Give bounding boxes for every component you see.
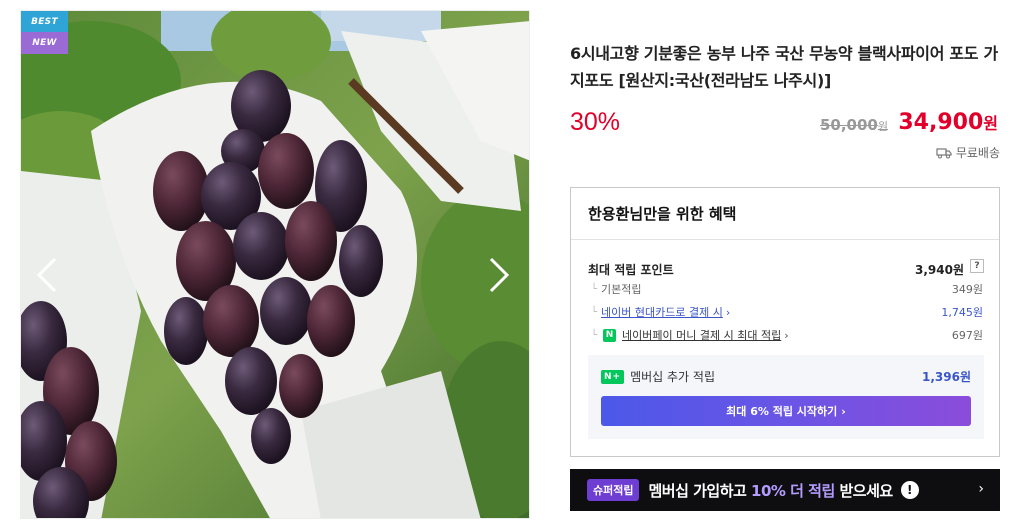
discount-rate: 30% <box>570 108 621 136</box>
previous-image-button[interactable] <box>27 247 67 303</box>
chevron-right-icon: › <box>978 481 984 497</box>
product-info: 6시내고향 기분좋은 농부 나주 국산 무농약 블랙사파이어 포도 가지포도 [… <box>570 40 1000 94</box>
membership-row: N+ 멤버십 추가 적립 1,396원 <box>601 368 971 385</box>
benefit-heading: 한용환님만을 위한 혜택 <box>571 188 999 240</box>
product-photo <box>21 11 529 518</box>
chevron-right-icon: › <box>784 328 789 342</box>
naverpay-icon: N <box>603 328 617 342</box>
truck-icon <box>936 147 952 158</box>
tree-branch-icon: └ <box>591 329 598 341</box>
basic-point-value: 349원 <box>951 283 983 296</box>
super-point-tag: 슈퍼적립 <box>587 479 640 501</box>
membership-box: N+ 멤버십 추가 적립 1,396원 최대 6% 적립 시작하기 › <box>588 355 984 439</box>
start-membership-button[interactable]: 최대 6% 적립 시작하기 › <box>601 396 971 426</box>
banner-text: 멤버십 가입하고 10% 더 적립 받으세요 <box>648 481 893 500</box>
card-point-link[interactable]: 네이버 현대카드로 결제 시 <box>601 304 723 320</box>
chevron-right-icon <box>489 257 510 293</box>
shipping-info: 무료배송 <box>936 144 1000 161</box>
npay-point-link[interactable]: 네이버페이 머니 결제 시 최대 적립 <box>622 327 781 343</box>
basic-point-label: 기본적립 <box>601 283 642 296</box>
npay-point-row[interactable]: └ N 네이버페이 머니 결제 시 최대 적립 › 697원 <box>591 327 983 343</box>
tree-branch-icon: └ <box>591 306 598 318</box>
exclamation-icon: ! <box>900 481 919 499</box>
start-membership-label: 최대 6% 적립 시작하기 <box>726 405 838 418</box>
membership-banner[interactable]: 슈퍼적립 멤버십 가입하고 10% 더 적립 받으세요 ! › <box>570 469 1000 511</box>
next-image-button[interactable] <box>479 247 519 303</box>
max-point-row: 최대 적립 포인트 3,940원 ? <box>588 259 984 278</box>
price-row: 30% 50,000원 34,900원 <box>570 108 1000 142</box>
benefit-box: 한용환님만을 위한 혜택 최대 적립 포인트 3,940원 ? └ 기본적립 3… <box>570 187 1000 457</box>
help-icon[interactable]: ? <box>970 259 984 273</box>
chevron-right-icon: › <box>841 404 846 418</box>
naver-plus-icon: N+ <box>601 369 625 384</box>
product-title: 6시내고향 기분좋은 농부 나주 국산 무농약 블랙사파이어 포도 가지포도 [… <box>570 44 998 90</box>
tree-branch-icon: └ <box>591 283 598 295</box>
chevron-left-icon <box>36 257 57 293</box>
npay-point-value: 697원 <box>951 329 983 342</box>
membership-value: 1,396원 <box>922 370 971 384</box>
basic-point-row: └ 기본적립 349원 <box>591 281 983 297</box>
card-point-value: 1,745원 <box>941 306 983 319</box>
new-badge: NEW <box>21 32 68 54</box>
card-point-row[interactable]: └ 네이버 현대카드로 결제 시 › 1,745원 <box>591 304 983 320</box>
original-price: 50,000원 <box>819 116 888 134</box>
max-point-value: 3,940원 <box>915 263 964 277</box>
chevron-right-icon: › <box>725 305 731 319</box>
product-image-gallery[interactable]: BEST NEW <box>20 10 530 519</box>
max-point-label: 최대 적립 포인트 <box>588 263 674 277</box>
best-badge: BEST <box>21 11 68 33</box>
shipping-label: 무료배송 <box>955 146 1000 160</box>
sale-price: 34,900원 <box>898 110 998 135</box>
membership-label: 멤버십 추가 적립 <box>630 370 715 384</box>
